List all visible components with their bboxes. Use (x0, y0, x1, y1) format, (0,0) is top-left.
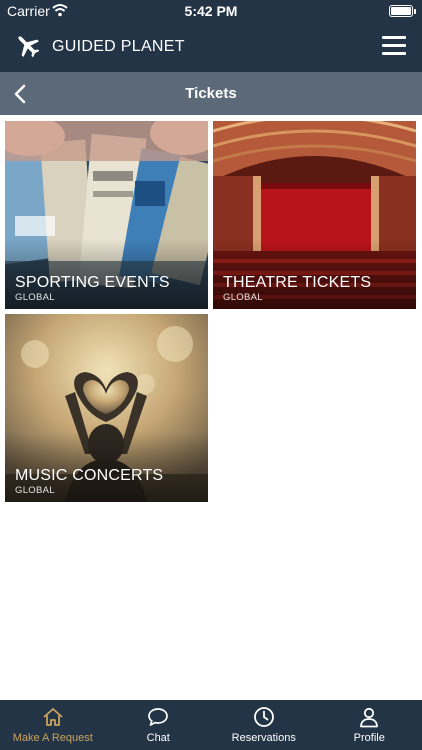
tile-title: THEATRE TICKETS (223, 274, 372, 291)
clock-time: 5:42 PM (184, 3, 238, 19)
app-brand-title: GUIDED PLANET (52, 38, 185, 55)
tile-title: SPORTING EVENTS (15, 274, 170, 291)
tab-make-a-request[interactable]: Make A Request (0, 700, 106, 750)
chat-bubble-icon (148, 708, 169, 726)
tab-label: Make A Request (12, 732, 93, 744)
category-tile-sporting-events[interactable]: SPORTING EVENTS GLOBAL (5, 121, 208, 309)
tile-title: MUSIC CONCERTS (15, 467, 164, 484)
bottom-tab-bar: Make A Request Chat Reservations Profile (0, 700, 422, 750)
tab-reservations[interactable]: Reservations (211, 700, 317, 750)
clock-icon (253, 707, 274, 727)
hamburger-menu-icon[interactable] (382, 36, 406, 56)
tile-subtitle: GLOBAL (223, 292, 263, 303)
tab-label: Profile (353, 732, 385, 744)
category-tile-theatre-tickets[interactable]: THEATRE TICKETS GLOBAL (213, 121, 416, 309)
category-tile-music-concerts[interactable]: MUSIC CONCERTS GLOBAL (5, 314, 208, 502)
user-icon (360, 707, 379, 728)
page-title: Tickets (185, 85, 237, 102)
airplane-icon (18, 36, 40, 58)
tab-label: Reservations (231, 732, 296, 744)
battery-tip (414, 9, 416, 14)
app-header: GUIDED PLANET (0, 22, 422, 72)
tab-chat[interactable]: Chat (106, 700, 212, 750)
tile-subtitle: GLOBAL (15, 485, 55, 496)
tile-subtitle: GLOBAL (15, 292, 55, 303)
tab-label: Chat (146, 732, 170, 744)
tab-profile[interactable]: Profile (317, 700, 422, 750)
home-icon (43, 708, 63, 726)
page-header: Tickets (0, 72, 422, 115)
battery-icon (389, 5, 413, 17)
status-bar: Carrier 5:42 PM (0, 0, 422, 22)
